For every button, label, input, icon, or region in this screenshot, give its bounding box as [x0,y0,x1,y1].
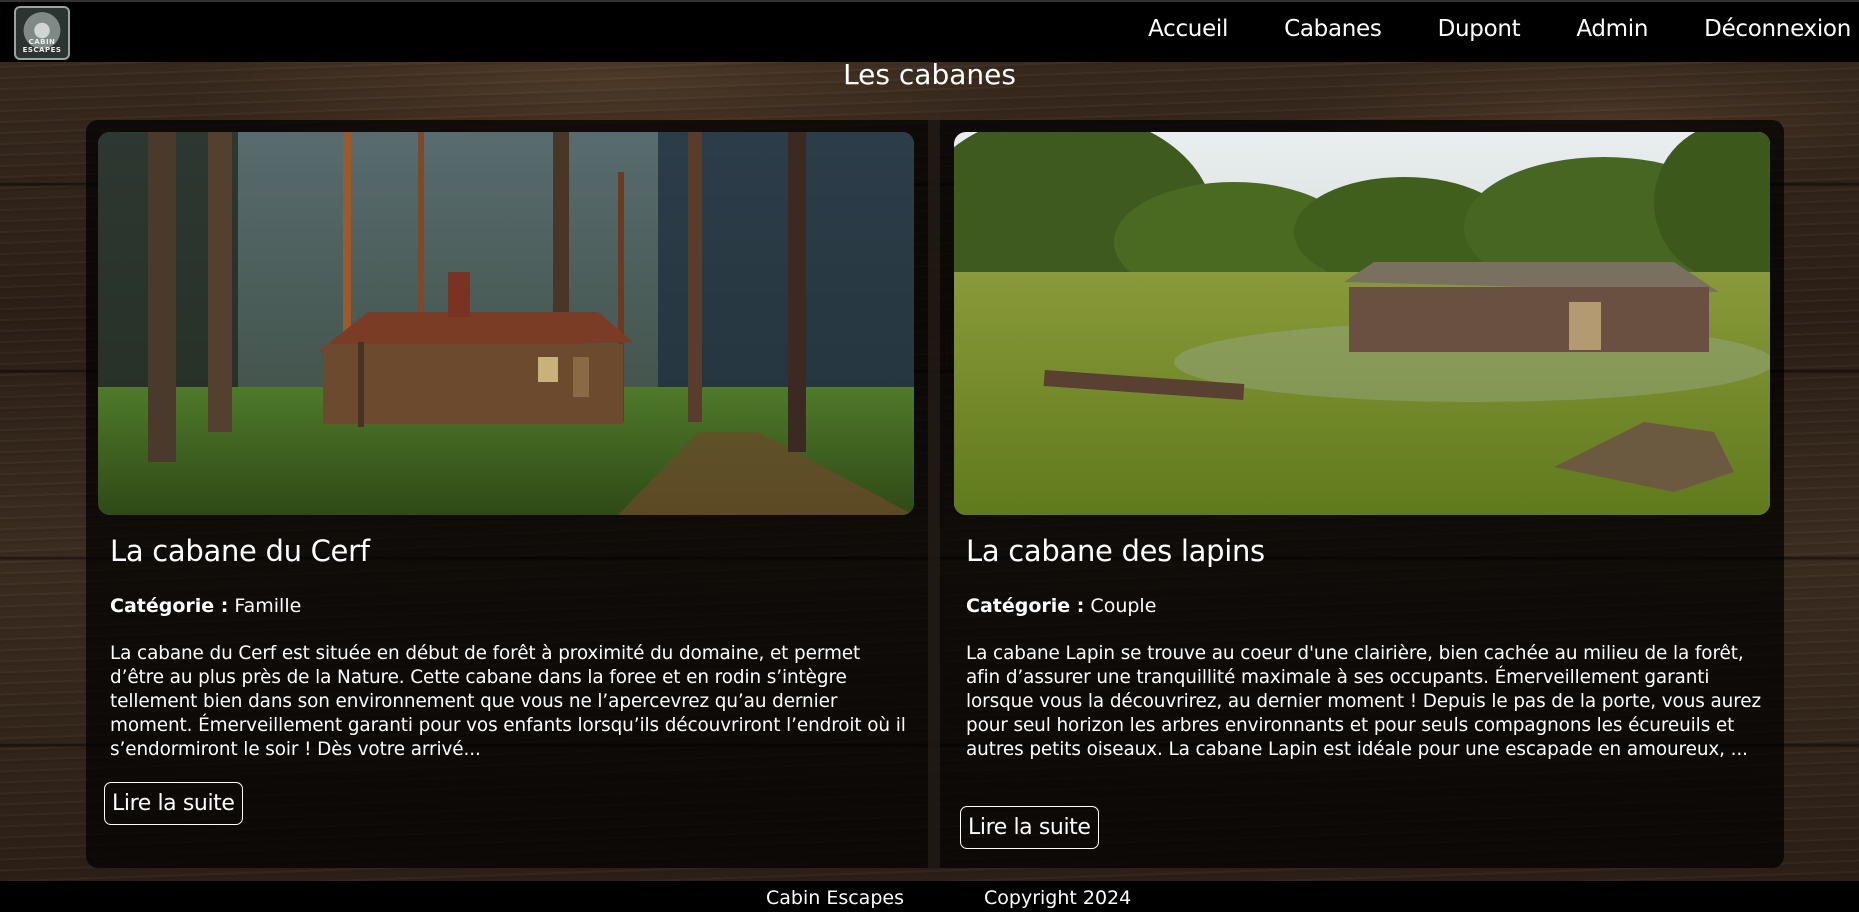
nav-link-user[interactable]: Dupont [1438,16,1521,42]
nav-link-accueil[interactable]: Accueil [1148,16,1228,42]
card-description: La cabane du Cerf est située en début de… [110,643,906,760]
cabin-card-cerf: La cabane du Cerf Catégorie : Famille La… [98,132,914,868]
forest-cabin-photo [98,132,914,515]
category-label: Catégorie : [110,595,229,617]
category-label: Catégorie : [966,595,1085,617]
card-title: La cabane des lapins [966,534,1265,568]
card-category: Catégorie : Famille [110,595,301,617]
cabin-escapes-logo[interactable]: CABIN ESCAPES [14,6,70,60]
card-description: La cabane Lapin se trouve au coeur d'une… [966,643,1762,760]
card-divider [928,120,940,868]
read-more-button[interactable]: Lire la suite [104,782,243,825]
footer: Cabin Escapes Copyright 2024 [0,881,1859,912]
nav-link-cabanes[interactable]: Cabanes [1284,16,1382,42]
meadow-cabin-photo [954,132,1770,515]
category-value: Couple [1090,595,1157,617]
footer-copyright: Copyright 2024 [984,887,1132,909]
page-title: Les cabanes [843,58,1016,91]
footer-brand: Cabin Escapes [766,887,904,909]
top-navbar: CABIN ESCAPES Accueil Cabanes Dupont Adm… [0,0,1859,62]
card-title: La cabane du Cerf [110,534,370,568]
logo-text: CABIN ESCAPES [22,38,62,54]
read-more-button[interactable]: Lire la suite [960,806,1099,849]
category-value: Famille [234,595,302,617]
nav-link-admin[interactable]: Admin [1576,16,1648,42]
card-category: Catégorie : Couple [966,595,1156,617]
nav-links: Accueil Cabanes Dupont Admin Déconnexion [1148,16,1851,42]
cabin-card-lapins: La cabane des lapins Catégorie : Couple … [954,132,1770,868]
nav-link-deconnexion[interactable]: Déconnexion [1704,16,1851,42]
